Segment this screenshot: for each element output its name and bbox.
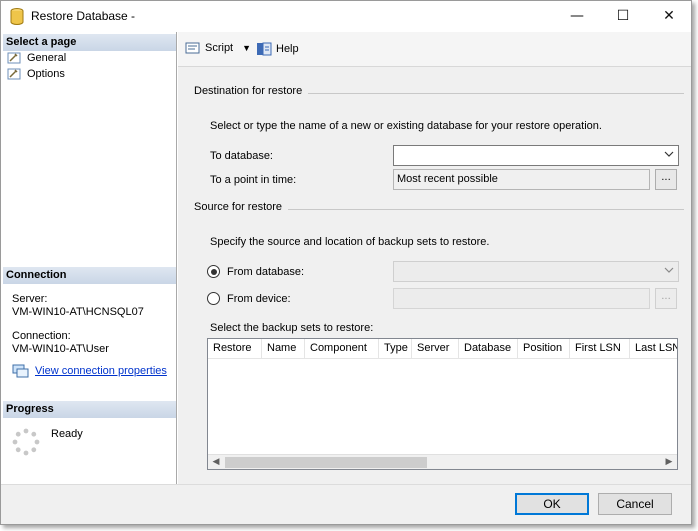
- horizontal-scrollbar[interactable]: ◀ ▶: [208, 454, 677, 469]
- radio-checked-icon: [207, 265, 220, 278]
- select-page-heading: Select a page: [3, 34, 176, 51]
- maximize-icon: ☐: [616, 8, 630, 24]
- progress-status: Ready: [51, 428, 83, 440]
- page-item-label: General: [27, 52, 67, 64]
- help-label: Help: [276, 43, 299, 55]
- close-button[interactable]: ✕: [646, 1, 691, 31]
- view-connection-properties-link[interactable]: View connection properties: [12, 364, 167, 378]
- column-header[interactable]: Database: [459, 339, 518, 359]
- page-item-label: Options: [27, 68, 65, 80]
- from-database-combobox[interactable]: [393, 261, 679, 282]
- cancel-button[interactable]: Cancel: [598, 493, 672, 515]
- column-header[interactable]: Type: [379, 339, 412, 359]
- server-value: VM-WIN10-AT\HCNSQL07: [12, 306, 144, 318]
- help-icon: [257, 42, 272, 56]
- window-title: Restore Database -: [31, 9, 136, 23]
- from-device-radio[interactable]: From device:: [207, 292, 291, 305]
- chevron-down-icon: [664, 151, 674, 157]
- script-button[interactable]: Script ▼: [185, 41, 251, 55]
- chevron-down-icon: [664, 267, 674, 273]
- destination-group-label: Destination for restore: [194, 85, 309, 97]
- column-header[interactable]: Server: [412, 339, 459, 359]
- connection-heading: Connection: [3, 267, 176, 284]
- connection-value: VM-WIN10-AT\User: [12, 343, 109, 355]
- scroll-right-icon[interactable]: ▶: [661, 455, 677, 469]
- wrench-page-icon: [7, 68, 21, 80]
- column-header[interactable]: Name: [262, 339, 305, 359]
- progress-heading: Progress: [3, 401, 176, 418]
- column-header[interactable]: Restore: [208, 339, 262, 359]
- column-header[interactable]: Position: [518, 339, 570, 359]
- help-button[interactable]: Help: [256, 41, 299, 57]
- title-bar[interactable]: Restore Database - — ☐ ✕: [1, 1, 691, 32]
- restore-database-dialog: Restore Database - — ☐ ✕ Select a page G…: [0, 0, 692, 525]
- connection-properties-icon: [12, 364, 29, 378]
- point-in-time-field: Most recent possible: [393, 169, 650, 190]
- source-description: Specify the source and location of backu…: [210, 236, 490, 248]
- view-connection-properties-text: View connection properties: [35, 365, 167, 377]
- script-dropdown-icon[interactable]: ▼: [242, 43, 251, 53]
- column-header[interactable]: Component: [305, 339, 379, 359]
- wrench-page-icon: [7, 52, 21, 64]
- minimize-icon: —: [570, 8, 584, 24]
- server-label: Server:: [12, 293, 48, 305]
- script-icon: [185, 42, 200, 54]
- scroll-left-icon[interactable]: ◀: [208, 455, 224, 469]
- column-header[interactable]: Last LSN: [630, 339, 677, 359]
- grid-header: Restore Name Component Type Server Datab…: [208, 339, 677, 359]
- point-in-time-label: To a point in time:: [210, 174, 297, 186]
- main-pane: Script ▼ Help Destination for restore Se…: [178, 32, 691, 484]
- destination-description: Select or type the name of a new or exis…: [210, 120, 602, 132]
- ok-button[interactable]: OK: [515, 493, 589, 515]
- left-pane: Select a page General Options Connection…: [1, 32, 177, 484]
- from-device-field[interactable]: [393, 288, 650, 309]
- backup-sets-label: Select the backup sets to restore:: [210, 322, 374, 334]
- script-label: Script: [205, 42, 234, 54]
- column-header[interactable]: First LSN: [570, 339, 630, 359]
- progress-spinner-icon: [12, 428, 40, 456]
- database-icon: [10, 8, 24, 25]
- minimize-button[interactable]: —: [554, 1, 600, 31]
- toolbar: Script ▼ Help: [178, 32, 691, 67]
- to-database-combobox[interactable]: [393, 145, 679, 166]
- scroll-thumb[interactable]: [225, 457, 427, 468]
- from-device-browse-button[interactable]: ...: [655, 288, 677, 309]
- point-in-time-browse-button[interactable]: ...: [655, 169, 677, 190]
- close-icon: ✕: [663, 8, 675, 24]
- page-item-general[interactable]: General: [7, 52, 66, 64]
- connection-label: Connection:: [12, 330, 71, 342]
- from-database-radio[interactable]: From database:: [207, 265, 304, 278]
- page-item-options[interactable]: Options: [7, 68, 65, 80]
- from-database-label: From database:: [227, 265, 305, 278]
- radio-unchecked-icon: [207, 292, 220, 305]
- source-group-label: Source for restore: [194, 201, 289, 213]
- from-device-label: From device:: [227, 292, 291, 305]
- dialog-footer: OK Cancel: [1, 484, 691, 524]
- backup-sets-grid[interactable]: Restore Name Component Type Server Datab…: [207, 338, 678, 470]
- to-database-label: To database:: [210, 150, 273, 162]
- maximize-button[interactable]: ☐: [600, 1, 646, 31]
